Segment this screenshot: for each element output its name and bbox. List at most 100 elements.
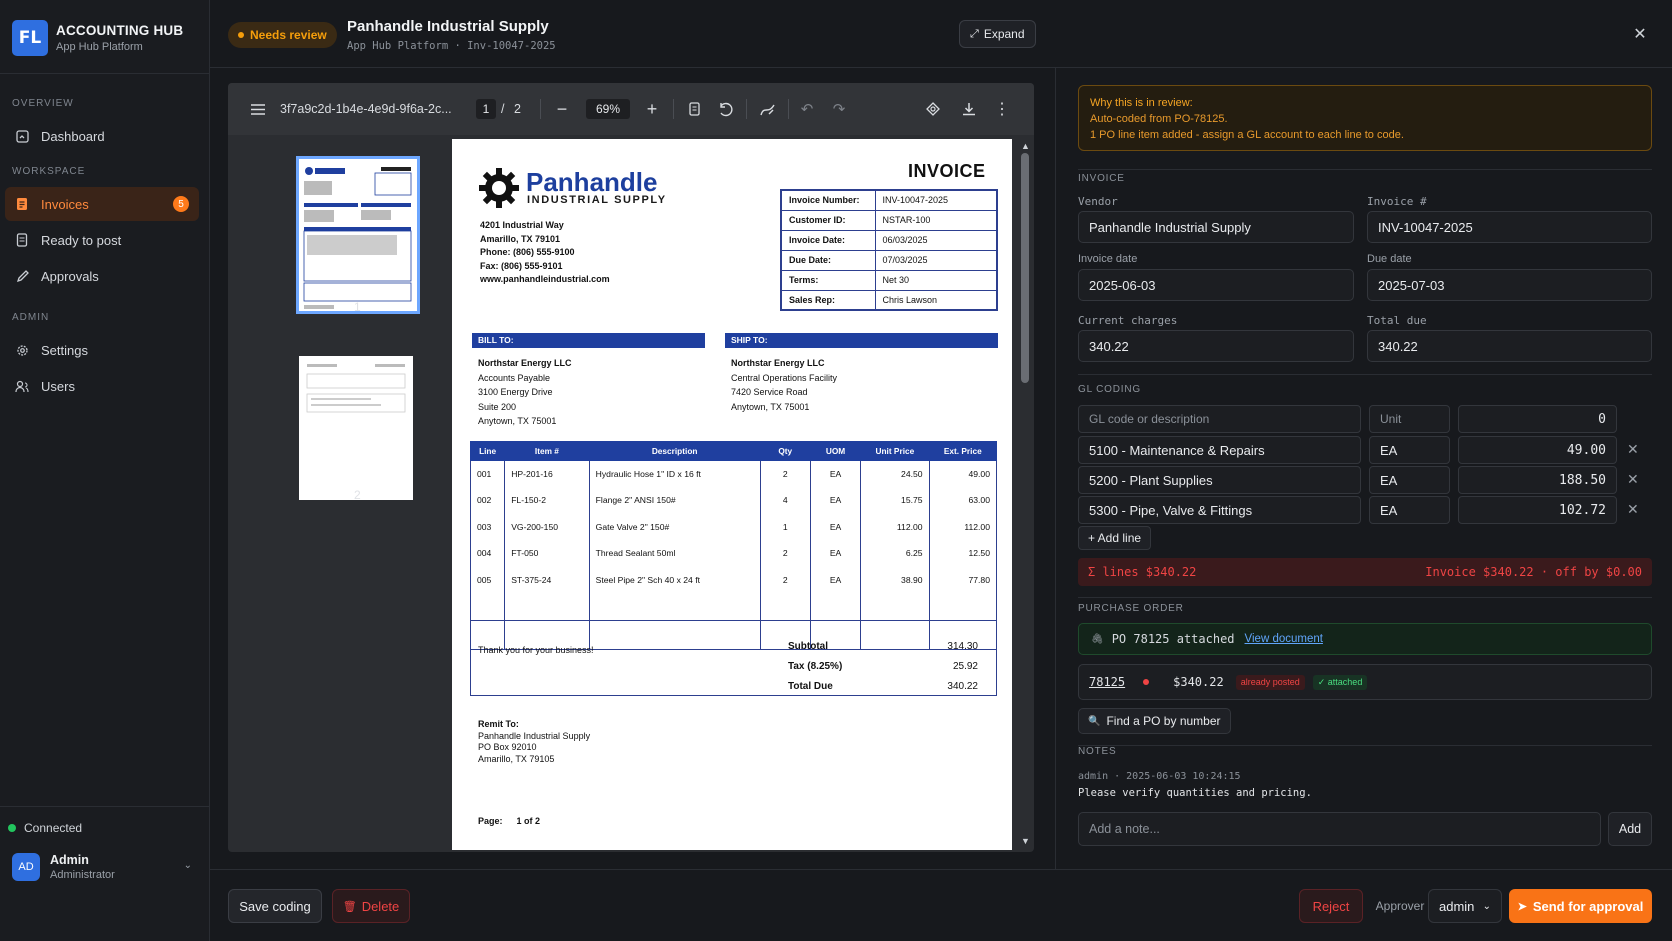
vendor-label: Vendor <box>1078 195 1118 208</box>
note-input[interactable]: Add a note... <box>1078 812 1601 846</box>
bill-to-address: Northstar Energy LLC Accounts Payable 3100… <box>478 358 572 426</box>
redo-icon[interactable]: ↷ <box>829 83 849 135</box>
approver-select[interactable]: admin ⌄ <box>1428 889 1502 923</box>
gl-line-unit[interactable]: EA <box>1369 466 1450 494</box>
check-icon <box>15 269 29 283</box>
gl-line-amount[interactable]: 188.50 <box>1458 466 1617 494</box>
thumbnail-label: 2 <box>354 488 361 502</box>
amount-input[interactable]: 0 <box>1458 405 1617 433</box>
file-name: 3f7a9c2d-1b4e-4e9d-9f6a-2c... <box>280 102 452 116</box>
sidebar-item-approvals[interactable]: Approvals <box>5 259 199 293</box>
gl-line-code[interactable]: 5200 - Plant Supplies <box>1078 466 1361 494</box>
total-due-field[interactable]: 340.22 <box>1367 330 1652 362</box>
sidebar-item-dashboard[interactable]: Dashboard <box>5 119 199 153</box>
delete-button[interactable]: 🗑 Delete <box>332 889 410 923</box>
find-po-button[interactable]: 🔍 Find a PO by number <box>1078 708 1231 734</box>
invoice-diff: Invoice $340.22 · off by $0.00 <box>1425 565 1642 579</box>
chevron-down-icon: ⌄ <box>183 860 192 871</box>
search-icon: 🔍 <box>1088 715 1101 727</box>
approver-label: Approver <box>1375 899 1425 913</box>
invoice-number-label: Invoice # <box>1367 195 1427 208</box>
send-for-approval-button[interactable]: ➤ Send for approval <box>1509 889 1652 923</box>
zoom-out-icon[interactable]: − <box>552 83 572 135</box>
download-icon[interactable] <box>959 83 979 135</box>
company-tagline: INDUSTRIAL SUPPLY <box>527 194 667 206</box>
gl-line-code[interactable]: 5100 - Maintenance & Repairs <box>1078 436 1361 464</box>
gl-line-amount[interactable]: 102.72 <box>1458 496 1617 524</box>
table-row: 003 VG-200-150 Gate Valve 2" 150# 1 EA 112.00… <box>469 513 998 540</box>
page-total: 2 <box>514 102 521 116</box>
zoom-in-icon[interactable]: + <box>642 83 662 135</box>
line-items-table: Line Item # Description Qty UOM Unit Price Ext… <box>469 441 998 650</box>
table-row: 005 ST-375-24 Steel Pipe 2" Sch 40 x 24 ft… <box>469 566 998 593</box>
page-thumbnail-2[interactable] <box>299 356 413 500</box>
table-row: 004 FT-050 Thread Sealant 50ml 2 EA 6.25 12.50 <box>469 540 998 567</box>
avatar: AD <box>12 853 40 881</box>
close-icon[interactable]: ✕ <box>1628 22 1652 46</box>
user-menu[interactable]: AD Admin Administrator ⌄ <box>12 852 198 882</box>
section-admin: ADMIN <box>12 312 50 323</box>
section-purchase-order: PURCHASE ORDER <box>1078 603 1184 614</box>
add-line-button[interactable]: + Add line <box>1078 526 1152 550</box>
fit-page-icon[interactable] <box>684 83 704 135</box>
app-logo: FL <box>12 20 48 56</box>
add-note-button[interactable]: Add <box>1608 812 1652 846</box>
reject-button[interactable]: Reject <box>1299 889 1363 923</box>
print-icon[interactable] <box>923 83 943 135</box>
gl-line-unit[interactable]: EA <box>1369 436 1450 464</box>
total-due-label: Total due <box>1367 314 1427 327</box>
more-options-icon[interactable]: ⋮ <box>992 83 1012 135</box>
invoice-number-field[interactable]: INV-10047-2025 <box>1367 211 1652 243</box>
scrollbar-thumb[interactable] <box>1021 153 1029 383</box>
page-thumbnail-1[interactable] <box>296 156 420 314</box>
due-date-field[interactable]: 2025-07-03 <box>1367 269 1652 301</box>
review-reason: 1 PO line item added - assign a GL accou… <box>1090 129 1404 141</box>
totals-labels: Subtotal Tax (8.25%) Total Due <box>788 641 843 692</box>
gl-line-unit[interactable]: EA <box>1369 496 1450 524</box>
draw-icon[interactable] <box>757 83 777 135</box>
save-coding-button[interactable]: Save coding <box>228 889 322 923</box>
undo-icon[interactable]: ↶ <box>797 83 817 135</box>
sidebar-item-ready-to-post[interactable]: Ready to post <box>5 223 199 257</box>
sidebar-item-settings[interactable]: Settings <box>5 333 199 367</box>
page-indicator: Page: 1 of 2 <box>478 816 541 826</box>
brand-subtitle: App Hub Platform <box>56 41 143 53</box>
remove-line-icon[interactable]: ✕ <box>1627 501 1639 518</box>
review-alert: Why this is in review: Auto-coded from P… <box>1078 85 1652 151</box>
remit-to: Remit To: Panhandle Industrial Supply PO B… <box>478 719 591 764</box>
unit-input[interactable]: Unit <box>1369 405 1450 433</box>
remove-line-icon[interactable]: ✕ <box>1627 471 1639 488</box>
trash-icon: 🗑 <box>342 900 357 913</box>
viewer-scrollbar[interactable]: ▲ ▼ <box>1018 139 1032 850</box>
bill-to-header: BILL TO: <box>472 333 705 348</box>
rotate-icon[interactable] <box>715 83 735 135</box>
gl-line-amount[interactable]: 49.00 <box>1458 436 1617 464</box>
gear-icon <box>15 343 29 357</box>
invoice-date-label: Invoice date <box>1078 253 1138 265</box>
send-icon: ➤ <box>1517 900 1527 913</box>
menu-icon[interactable] <box>248 83 268 135</box>
remove-line-icon[interactable]: ✕ <box>1627 441 1639 458</box>
sidebar-item-users[interactable]: Users <box>5 369 199 403</box>
users-icon <box>15 379 29 393</box>
invoice-icon <box>15 197 29 211</box>
lines-sum: Σ lines $340.22 <box>1088 565 1197 579</box>
invoice-date-field[interactable]: 2025-06-03 <box>1078 269 1354 301</box>
page-number-input[interactable]: 1 <box>476 99 496 119</box>
gl-line-code[interactable]: 5300 - Pipe, Valve & Fittings <box>1078 496 1361 524</box>
po-row[interactable]: 78125 $340.22 already posted ✓ attached <box>1078 664 1652 700</box>
vendor-field[interactable]: Panhandle Industrial Supply <box>1078 211 1354 243</box>
view-document-link[interactable]: View document <box>1245 633 1323 645</box>
gl-code-input[interactable]: GL code or description <box>1078 405 1361 433</box>
po-amount: $340.22 <box>1173 675 1224 689</box>
sidebar: FL ACCOUNTING HUB App Hub Platform OVERV… <box>0 0 210 941</box>
footer-actions: Save coding 🗑 Delete Reject Approver admi… <box>210 869 1672 941</box>
sidebar-item-invoices[interactable]: Invoices 5 <box>5 187 199 221</box>
ship-to-header: SHIP TO: <box>725 333 998 348</box>
thumbnail-label: 1 <box>354 300 361 314</box>
expand-button[interactable]: ⤢ Expand <box>959 20 1036 48</box>
brand[interactable]: FL ACCOUNTING HUB App Hub Platform <box>12 18 183 58</box>
zoom-level[interactable]: 69% <box>586 99 630 119</box>
po-number-link[interactable]: 78125 <box>1089 675 1125 689</box>
current-charges-field[interactable]: 340.22 <box>1078 330 1354 362</box>
